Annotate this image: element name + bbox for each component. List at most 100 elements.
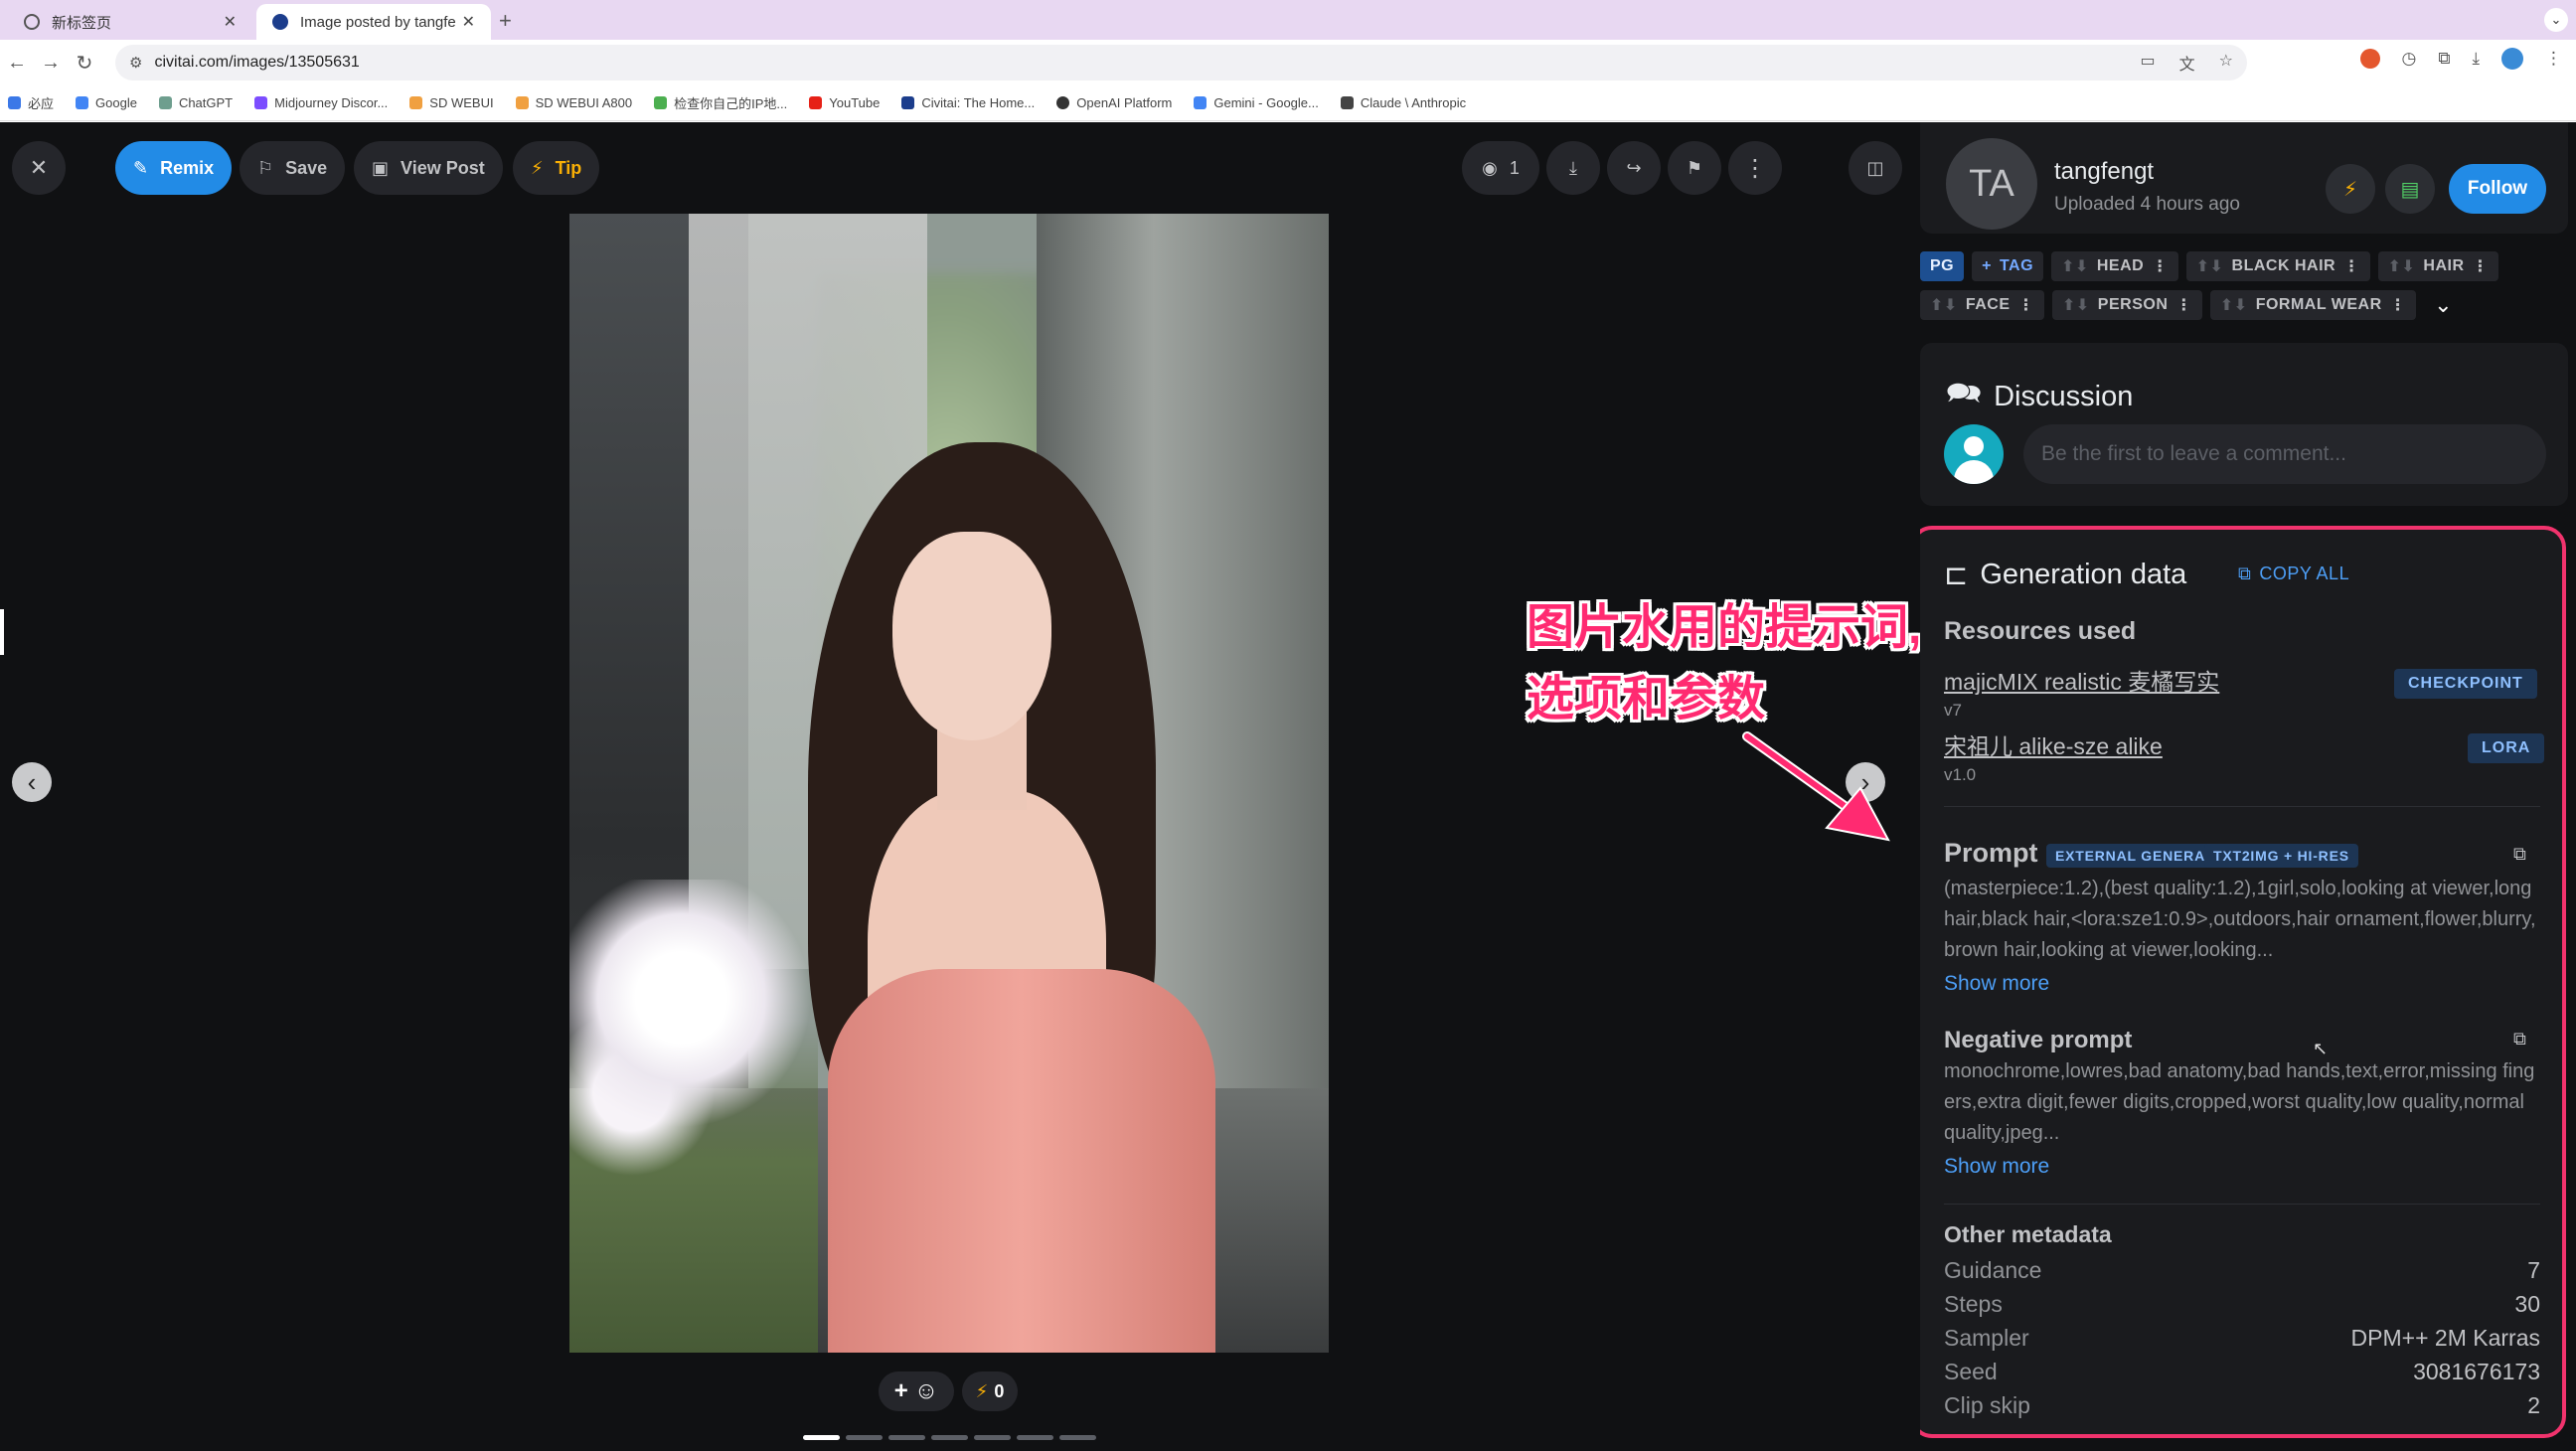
dots-vertical-icon[interactable]: ⋮ [2473,256,2490,276]
bookmark-icon: ⚐ [257,157,274,178]
bookmark[interactable]: SD WEBUI [409,95,494,110]
reload-icon[interactable]: ↻ [68,51,101,76]
negative-prompt-text: monochrome,lowres,bad anatomy,bad hands,… [1944,1060,2535,1144]
menu-dots-icon[interactable]: ⋮ [2545,49,2562,69]
close-viewer-button[interactable]: ✕ [12,141,66,195]
rating-badge[interactable]: PG [1920,251,1965,281]
prev-image-button[interactable]: ‹ [12,762,52,802]
pager-dot[interactable] [888,1435,925,1440]
bookmark[interactable]: Gemini - Google... [1194,95,1319,110]
report-button[interactable]: ⚑ [1668,141,1721,195]
copy-all-button[interactable]: ⧉ COPY ALL [2238,564,2349,584]
bookmark-label: Claude \ Anthropic [1360,95,1467,110]
show-more-link[interactable]: Show more [1944,1155,2049,1179]
bookmark[interactable]: Claude \ Anthropic [1340,95,1467,110]
bookmark[interactable]: Google [76,95,137,110]
flag-icon: ⚑ [1686,157,1703,178]
forward-icon[interactable]: → [34,52,68,75]
chevron-down-icon[interactable]: ⌄ [2434,292,2452,318]
cast-icon[interactable]: ▭ [2141,51,2156,75]
vote-arrows-icon[interactable]: ⬆⬇ [2196,256,2224,276]
tag-chip[interactable]: ⬆⬇ HEAD ⋮ [2051,251,2178,281]
metadata-row: Steps 30 [1944,1291,2540,1318]
view-post-button[interactable]: ▣ View Post [354,141,503,195]
tab-civitai[interactable]: Image posted by tangfengt ✕ [256,4,491,40]
more-options-button[interactable]: ⋮ [1728,141,1782,195]
bookmark[interactable]: 检查你自己的IP地... [654,93,787,112]
history-icon[interactable]: ◷ [2402,49,2417,69]
pager-dot[interactable] [846,1435,883,1440]
bookmark[interactable]: YouTube [809,95,880,110]
tab-new[interactable]: 新标签页 ✕ [8,4,252,40]
save-button[interactable]: ⚐ Save [240,141,346,195]
tag-chip[interactable]: ⬆⬇ BLACK HAIR ⋮ [2185,251,2370,281]
vote-arrows-icon[interactable]: ⬆⬇ [2388,256,2416,276]
generation-header: ⊏ Generation data [1944,558,2186,592]
profile-avatar[interactable] [2501,48,2523,70]
resource-link[interactable]: 宋祖儿 alike-sze alike [1944,727,2163,761]
metadata-label: Steps [1944,1291,2003,1317]
copy-prompt-icon[interactable]: ⧉ [2513,844,2526,865]
tag-chip[interactable]: ⬆⬇ FACE ⋮ [1920,290,2044,320]
follow-button[interactable]: Follow [2449,164,2546,214]
url-text[interactable]: civitai.com/images/13505631 [154,54,359,72]
share-button[interactable]: ↪ [1607,141,1661,195]
tag-chip[interactable]: ⬆⬇ HAIR ⋮ [2377,251,2498,281]
close-icon[interactable]: ✕ [224,12,237,32]
tag-chip[interactable]: ⬆⬇ FORMAL WEAR ⋮ [2209,290,2417,320]
remix-button[interactable]: ✎ Remix [115,141,233,195]
add-tag-button[interactable]: + TAG [1972,251,2044,281]
extension-icon[interactable] [2359,49,2380,69]
download-button[interactable]: ⤓ [1546,141,1600,195]
tag-label: HAIR [2423,257,2465,274]
add-reaction-button[interactable]: + ☺ [879,1371,954,1411]
close-icon[interactable]: ✕ [462,12,475,32]
bookmark[interactable]: Civitai: The Home... [901,95,1035,110]
tag-chip[interactable]: ⬆⬇ PERSON ⋮ [2051,290,2202,320]
tip-button[interactable]: ⚡ Tip [513,141,600,195]
bookmark[interactable]: ChatGPT [158,95,233,110]
user-avatar[interactable]: TA [1946,138,2037,230]
back-icon[interactable]: ← [0,52,34,75]
pager-dot[interactable] [931,1435,968,1440]
comment-input[interactable]: Be the first to leave a comment... [2023,424,2546,484]
tip-user-button[interactable]: ⚡ [2326,164,2375,214]
dots-vertical-icon[interactable]: ⋮ [2175,295,2192,315]
copy-icon: ⧉ [2238,564,2252,583]
dots-vertical-icon[interactable]: ⋮ [2017,295,2034,315]
bookmark[interactable]: OpenAI Platform [1056,95,1172,110]
vote-arrows-icon[interactable]: ⬆⬇ [2062,295,2090,315]
pager-dot[interactable] [1017,1435,1053,1440]
resource-link[interactable]: majicMIX realistic 麦橘写实 [1944,663,2219,697]
dots-vertical-icon[interactable]: ⋮ [2390,295,2407,315]
copy-negative-icon[interactable]: ⧉ [2513,1029,2526,1049]
bookmark[interactable]: 必应 [8,93,54,112]
dots-vertical-icon[interactable]: ⋮ [2152,256,2169,276]
download-icon[interactable]: ⤓ [2472,49,2480,69]
metadata-value: 2 [2527,1392,2540,1418]
dots-vertical-icon[interactable]: ⋮ [2343,256,2360,276]
new-tab-plus-icon[interactable]: + [499,8,512,34]
buzz-reaction-button[interactable]: ⚡ 0 [962,1371,1018,1411]
show-more-link[interactable]: Show more [1944,972,2049,996]
site-info-icon[interactable]: ⚙ [129,54,142,72]
bookmark-label: OpenAI Platform [1076,95,1173,110]
message-button[interactable]: ▤ [2385,164,2435,214]
pager-dot[interactable] [803,1435,840,1440]
vote-arrows-icon[interactable]: ⬆⬇ [2220,295,2248,315]
vote-arrows-icon[interactable]: ⬆⬇ [2061,256,2089,276]
pager-dot[interactable] [974,1435,1011,1440]
bookmark[interactable]: SD WEBUI A800 [515,95,632,110]
user-name[interactable]: tangfengt [2054,158,2154,186]
vote-arrows-icon[interactable]: ⬆⬇ [1930,295,1958,315]
translate-icon[interactable]: 文 [2179,51,2195,75]
toggle-sidebar-button[interactable]: ◫ [1849,141,1902,195]
pager-dot[interactable] [1059,1435,1096,1440]
share-icon: ↪ [1626,157,1642,178]
bookmark[interactable]: Midjourney Discor... [254,95,388,110]
star-icon[interactable]: ☆ [2219,51,2233,75]
prompt-title: Prompt [1944,838,2038,868]
puzzle-icon[interactable]: ⧉ [2438,49,2450,69]
address-bar[interactable]: ⚙ civitai.com/images/13505631 ▭ 文 ☆ [115,45,2247,81]
chevron-down-icon[interactable]: ⌄ [2544,8,2568,32]
